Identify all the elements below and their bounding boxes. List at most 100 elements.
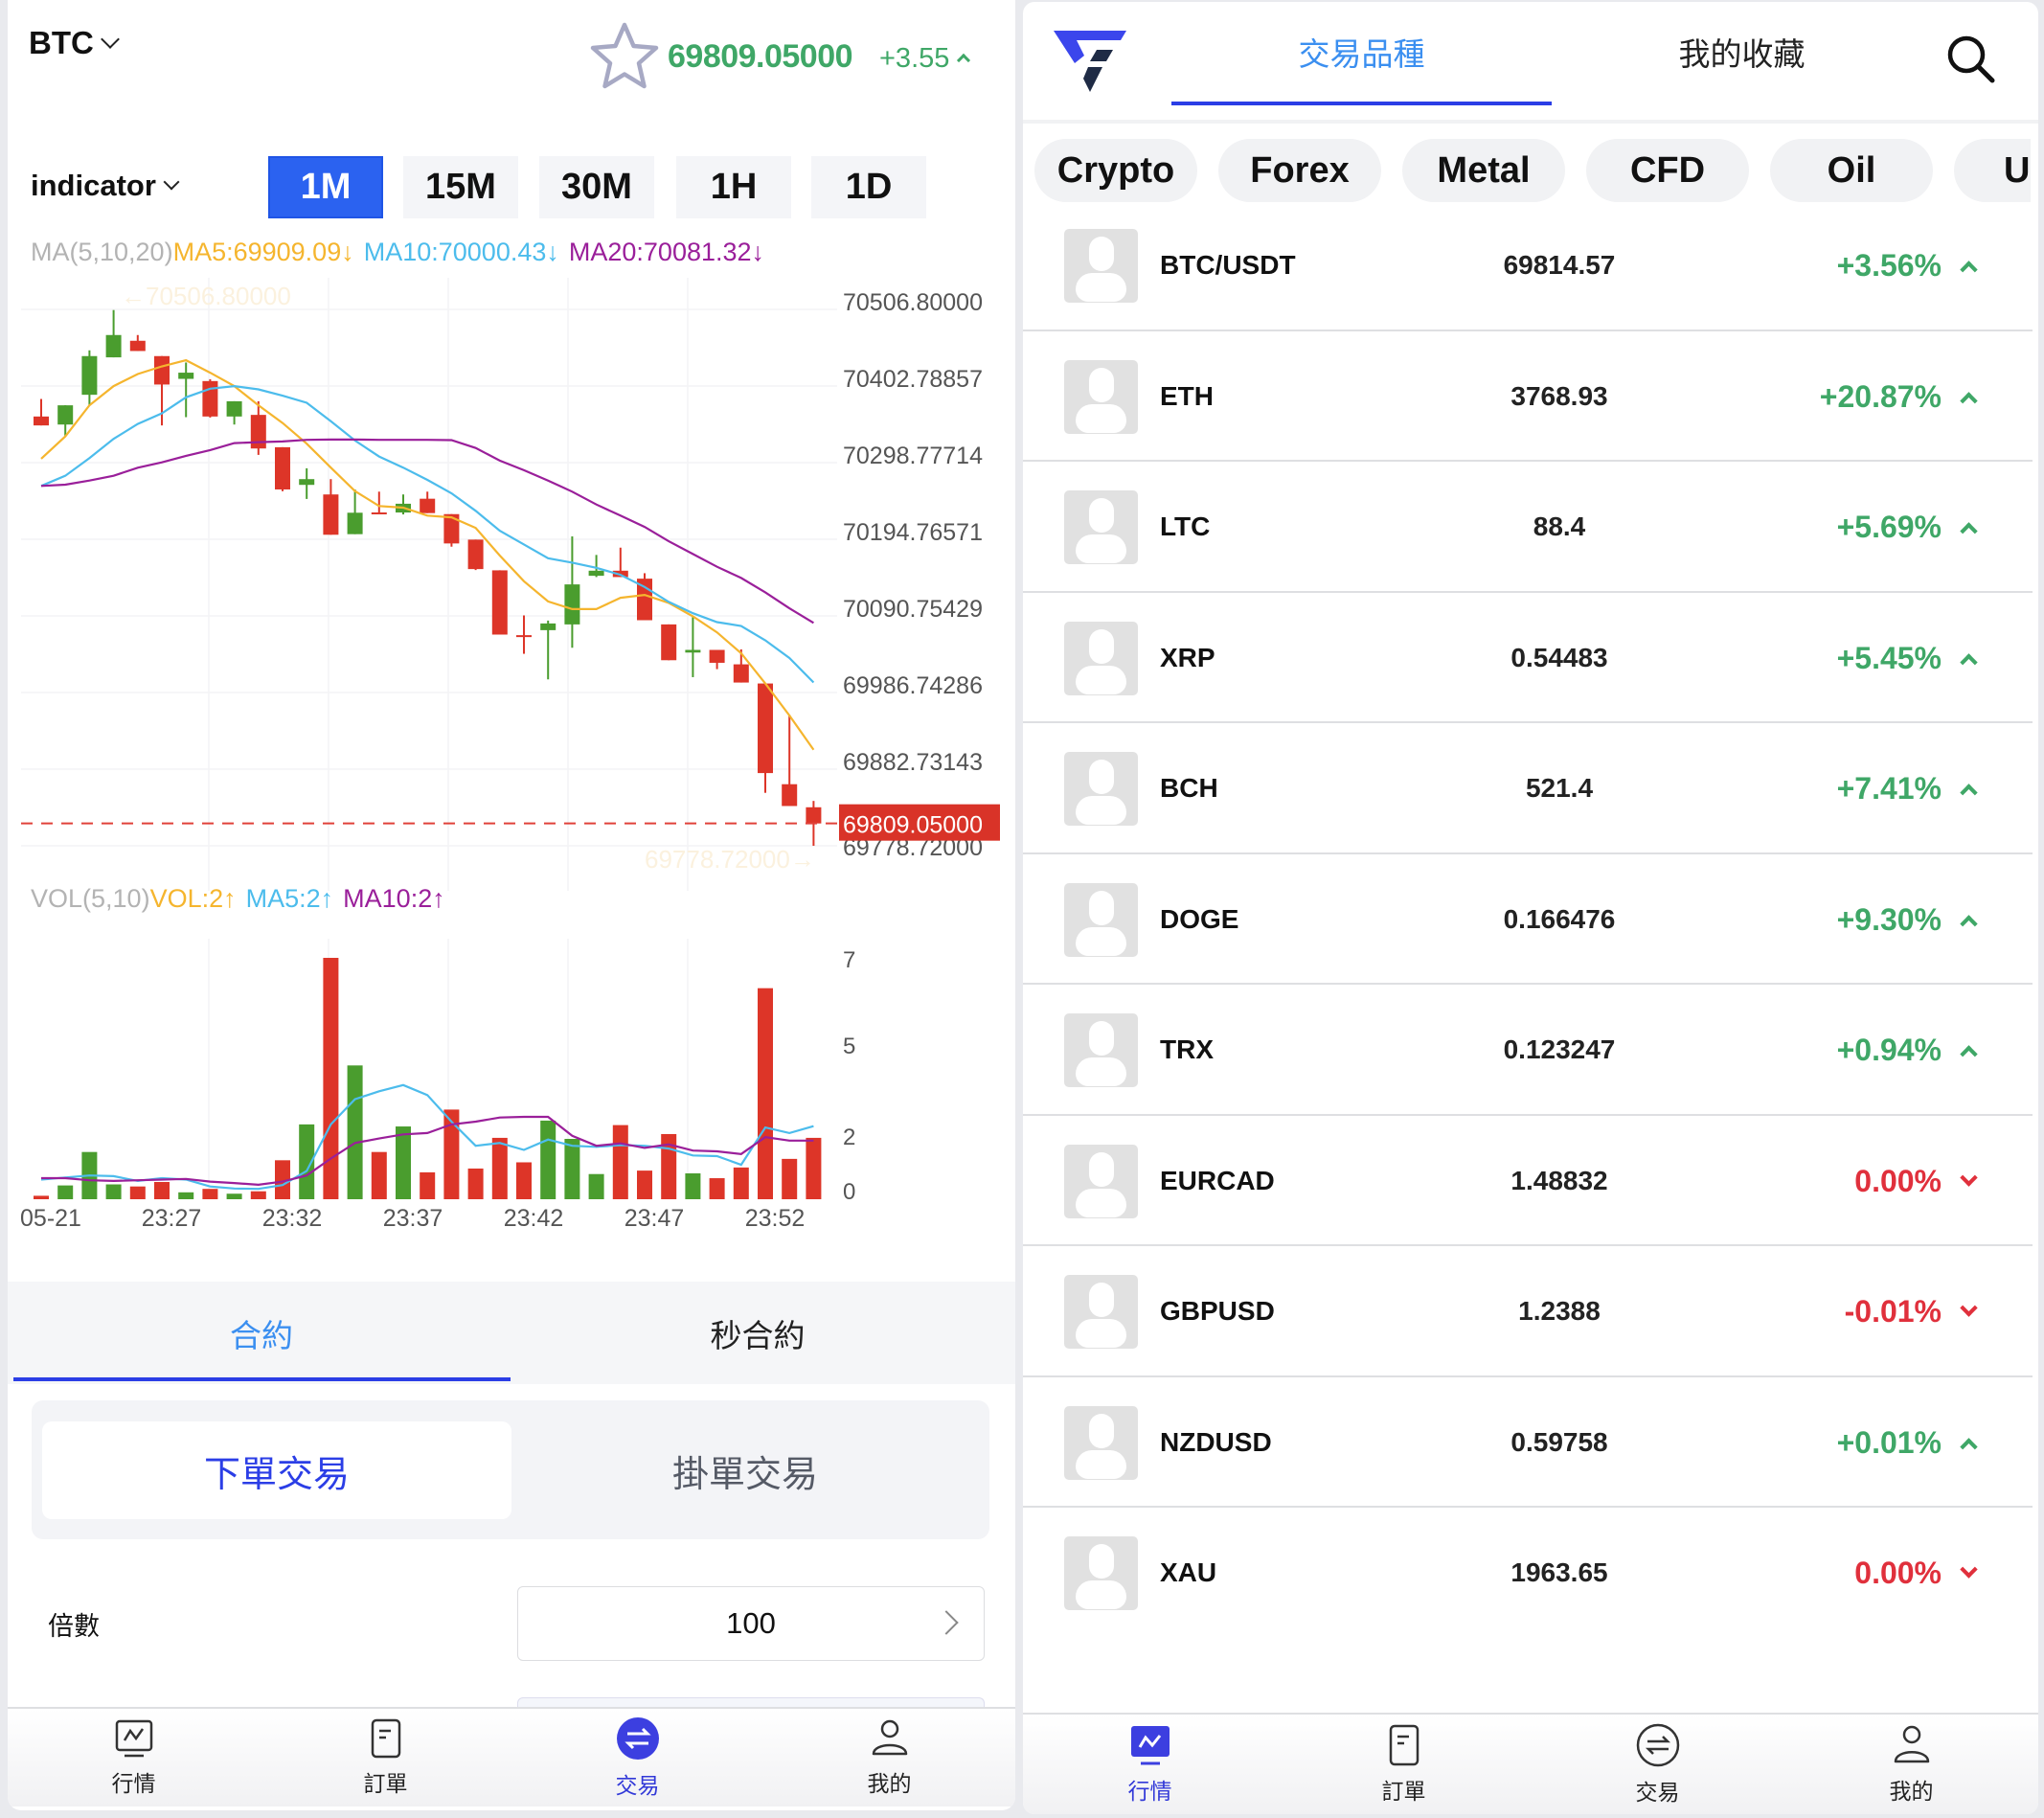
candle-body	[491, 570, 508, 635]
market-row[interactable]: LTC 88.4 +5.69%	[1023, 462, 2033, 593]
market-change: 0.00%	[1854, 1556, 1942, 1590]
order-type-toggle: 下單交易 掛單交易	[32, 1400, 989, 1539]
market-row[interactable]: XAU 1963.65 0.00%	[1023, 1508, 2033, 1639]
trade-panel: BTC 69809.05000 +3.55 indicator 1M 15M 3…	[8, 0, 1015, 1810]
ma20-legend: MA20:70081.32↓	[568, 238, 765, 266]
market-price: 521.4	[1525, 773, 1594, 803]
market-list: BTC/USDT 69814.57 +3.56% ETH 3768.93 +20.87% L…	[1023, 200, 2033, 1639]
market-order-button[interactable]: 下單交易	[42, 1421, 511, 1519]
price-axis-label: 70194.76571	[843, 519, 983, 546]
category-oil[interactable]: Oil	[1770, 139, 1933, 202]
timeframe-1h[interactable]: 1H	[676, 156, 791, 218]
symbol-selector[interactable]: BTC	[29, 25, 120, 61]
volume-bar	[564, 1139, 580, 1199]
candle-body	[81, 355, 98, 396]
ma-legend: MA(5,10,20) MA5:69909.09↓ MA10:70000.43↓…	[31, 238, 764, 267]
order-doc-icon	[1389, 1724, 1419, 1766]
nav-market[interactable]: 行情	[8, 1709, 260, 1807]
volume-bar	[154, 1182, 170, 1199]
coin-avatar-icon	[1064, 490, 1138, 564]
leverage-value: 100	[726, 1606, 776, 1640]
market-change: +3.56%	[1836, 248, 1942, 283]
kline-chart[interactable]: ←70506.80000 69778.72000→ 70506.80000 70402…	[8, 278, 1015, 1255]
caret-up-icon	[1960, 652, 1978, 671]
candle-body	[685, 649, 701, 653]
caret-down-icon	[1960, 1299, 1978, 1317]
leverage-selector[interactable]: 100	[517, 1586, 985, 1661]
timeframe-15m[interactable]: 15M	[403, 156, 518, 218]
tab-instruments[interactable]: 交易品種	[1171, 29, 1552, 75]
market-name: XRP	[1160, 642, 1215, 672]
category-crypto[interactable]: Crypto	[1034, 139, 1197, 202]
volume-bar	[733, 1167, 749, 1199]
current-price: 69809.05000	[668, 38, 853, 75]
caret-down-icon	[1960, 1168, 1978, 1187]
market-row[interactable]: TRX 0.123247 +0.94%	[1023, 985, 2033, 1116]
coin-avatar-icon	[1064, 1536, 1138, 1610]
nav-profile[interactable]: 我的	[1784, 1715, 2038, 1814]
candle-body	[129, 340, 146, 352]
category-cfd[interactable]: CFD	[1586, 139, 1749, 202]
category-more[interactable]: U	[1954, 139, 2031, 202]
volume-bar	[105, 1184, 122, 1199]
time-axis-label: 05-21	[20, 1205, 81, 1232]
indicator-selector[interactable]: indicator	[31, 169, 180, 203]
volume-axis-label: 2	[843, 1125, 855, 1150]
ma5-line	[40, 358, 815, 751]
favorite-star-icon[interactable]	[586, 19, 663, 94]
market-row[interactable]: NZDUSD 0.59758 +0.01%	[1023, 1377, 2033, 1508]
coin-avatar-icon	[1064, 229, 1138, 303]
market-row[interactable]: DOGE 0.166476 +9.30%	[1023, 854, 2033, 985]
candle-body	[806, 807, 822, 824]
volume-bar	[371, 1151, 387, 1199]
category-metal[interactable]: Metal	[1402, 139, 1565, 202]
market-row[interactable]: BTC/USDT 69814.57 +3.56%	[1023, 200, 2033, 331]
user-profile-icon	[872, 1719, 907, 1756]
volume-bar	[685, 1173, 701, 1199]
chevron-right-icon	[934, 1610, 959, 1635]
candle-body	[154, 355, 170, 385]
volume-bar	[612, 1125, 628, 1199]
caret-up-icon	[1960, 391, 1978, 410]
timeframe-1m[interactable]: 1M	[268, 156, 383, 218]
nav-trade[interactable]: 交易	[511, 1709, 763, 1807]
market-row[interactable]: GBPUSD 1.2388 -0.01%	[1023, 1246, 2033, 1377]
volume-bar	[758, 988, 773, 1199]
trade-exchange-icon	[616, 1717, 659, 1760]
market-price: 69814.57	[1503, 250, 1616, 280]
nav-orders[interactable]: 訂單	[1277, 1715, 1531, 1814]
market-row[interactable]: ETH 3768.93 +20.87%	[1023, 331, 2033, 462]
volume-bar	[516, 1162, 532, 1199]
market-row[interactable]: BCH 521.4 +7.41%	[1023, 723, 2033, 854]
candle-body	[275, 446, 290, 489]
nav-profile[interactable]: 我的	[763, 1709, 1015, 1807]
nav-market-label: 行情	[111, 1771, 156, 1796]
ma5-legend: MA5:69909.09↓	[172, 238, 354, 266]
volume-bar	[34, 1195, 49, 1199]
candle-body	[443, 513, 460, 544]
market-row[interactable]: XRP 0.54483 +5.45%	[1023, 593, 2033, 723]
contract-tabs: 合約 秒合約	[8, 1282, 1015, 1384]
coin-avatar-icon	[1064, 1013, 1138, 1087]
price-axis-label: 69986.74286	[843, 672, 983, 699]
market-row[interactable]: EURCAD 1.48832 0.00%	[1023, 1116, 2033, 1246]
category-forex[interactable]: Forex	[1218, 139, 1381, 202]
tab-favorites[interactable]: 我的收藏	[1552, 29, 1932, 75]
bottom-nav: 行情 訂單 交易 我的	[8, 1707, 1015, 1807]
volume-bar	[420, 1171, 436, 1199]
indicator-label: indicator	[31, 169, 156, 202]
limit-order-button[interactable]: 掛單交易	[511, 1421, 980, 1519]
timeframe-30m[interactable]: 30M	[539, 156, 654, 218]
nav-market[interactable]: 行情	[1023, 1715, 1277, 1814]
search-icon[interactable]	[1944, 33, 1996, 84]
tab-contract[interactable]: 合約	[13, 1282, 510, 1384]
ma-legend-name: MA(5,10,20)	[31, 238, 173, 266]
nav-orders[interactable]: 訂單	[260, 1709, 511, 1807]
market-name: DOGE	[1160, 903, 1239, 934]
time-axis-label: 23:52	[745, 1205, 806, 1232]
nav-trade[interactable]: 交易	[1531, 1715, 1784, 1814]
timeframe-1d[interactable]: 1D	[811, 156, 926, 218]
tab-second-contract[interactable]: 秒合約	[510, 1282, 1006, 1384]
caret-up-icon	[1960, 914, 1978, 933]
market-name: BCH	[1160, 773, 1218, 803]
